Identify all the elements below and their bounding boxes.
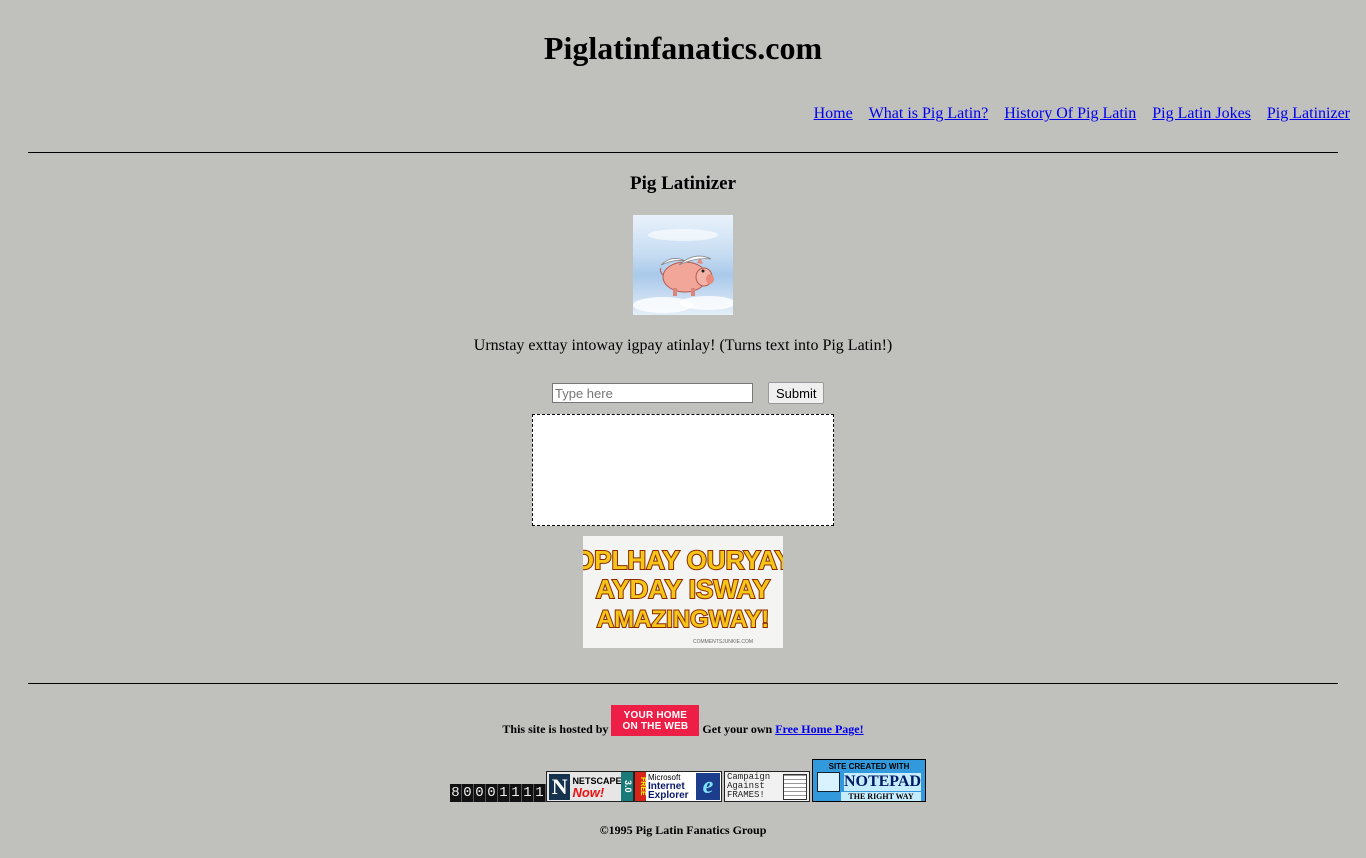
your-home-on-the-web-badge[interactable]: YOUR HOME ON THE WEB (611, 705, 700, 736)
ie-explorer-label: Explorer (648, 790, 689, 801)
netscape-badge-text: NETSCAPE Now! (572, 776, 621, 800)
frames-badge-text: Campaign Against FRAMES! (727, 773, 770, 800)
get-your-own-text: Get your own (702, 722, 773, 736)
notepad-name-label: NOTEPAD (843, 773, 921, 791)
latinizer-form: Submit (552, 382, 825, 404)
internet-explorer-badge[interactable]: FREE Microsoft Internet Explorer e (634, 771, 722, 802)
top-nav: Home What is Pig Latin? History Of Pig L… (814, 104, 1350, 124)
flying-pig-image (633, 215, 733, 315)
campaign-against-frames-badge[interactable]: Campaign Against FRAMES! (724, 771, 810, 802)
section-title: Pig Latinizer (629, 173, 737, 194)
notepad-bottom-label: THE RIGHT WAY (841, 792, 921, 801)
nav-home-link[interactable]: Home (814, 104, 853, 124)
free-home-page-link[interactable]: Free Home Page! (775, 722, 863, 736)
host-badge-line-2: ON THE WEB (622, 720, 689, 732)
hit-counter: 8 0 0 0 1 1 1 1 (450, 784, 546, 802)
description-text: Urnstay exttay intoway igpay atinlay! (T… (473, 337, 893, 354)
notepad-icon (817, 772, 840, 792)
ie-logo-icon: e (696, 773, 720, 800)
netscape-now-label: Now! (572, 784, 605, 800)
nav-what-is-pig-latin-link[interactable]: What is Pig Latin? (869, 104, 989, 124)
nav-pig-latinizer-link[interactable]: Pig Latinizer (1267, 104, 1350, 124)
page: Piglatinfanatics.com Home What is Pig La… (0, 0, 1366, 858)
frames-window-icon (783, 773, 807, 800)
notepad-badge-middle: NOTEPAD (813, 772, 925, 792)
nav-history-link[interactable]: History Of Pig Latin (1004, 104, 1136, 124)
bottom-divider (28, 683, 1338, 684)
flying-pig-icon (633, 229, 733, 313)
hosted-by-text: This site is hosted by (502, 722, 609, 736)
output-box (532, 414, 834, 526)
counter-digit: 8 (450, 784, 462, 802)
hosted-by-line: This site is hosted by YOUR HOME ON THE … (0, 704, 1366, 736)
badge-row: 8 0 0 0 1 1 1 1 N NETSCAPE Now! 3.0 FREE… (450, 759, 926, 802)
ie-free-label: FREE (635, 772, 646, 801)
banner-line-1: OPLHAY OURYAY (583, 545, 783, 575)
copyright-text: ©1995 Pig Latin Fanatics Group (599, 823, 767, 837)
counter-digit: 0 (462, 784, 474, 802)
netscape-now-badge[interactable]: N NETSCAPE Now! 3.0 (546, 771, 634, 802)
banner-graphic: OPLHAY OURYAY AYDAY ISWAY AMAZINGWAY! CO… (583, 536, 783, 648)
banner-line-2: AYDAY ISWAY (596, 574, 770, 604)
counter-digit: 1 (534, 784, 546, 802)
frames-line-3: FRAMES! (727, 790, 765, 800)
top-divider (28, 152, 1338, 153)
counter-digit: 0 (486, 784, 498, 802)
pig-latin-banner-image: OPLHAY OURYAY AYDAY ISWAY AMAZINGWAY! CO… (583, 536, 783, 648)
counter-digit: 1 (522, 784, 534, 802)
banner-credit: COMMENTSJUNKIE.COM (693, 639, 753, 645)
nav-jokes-link[interactable]: Pig Latin Jokes (1152, 104, 1251, 124)
submit-button[interactable]: Submit (768, 382, 825, 404)
notepad-top-label: SITE CREATED WITH (828, 762, 910, 771)
netscape-version: 3.0 (621, 772, 633, 801)
counter-digit: 0 (474, 784, 486, 802)
text-input[interactable] (552, 383, 753, 403)
counter-digit: 1 (498, 784, 510, 802)
netscape-logo-icon: N (549, 773, 571, 800)
counter-digit: 1 (510, 784, 522, 802)
banner-line-3: AMAZINGWAY! (597, 606, 769, 633)
site-title: Piglatinfanatics.com (543, 30, 823, 66)
notepad-badge[interactable]: SITE CREATED WITH NOTEPAD THE RIGHT WAY (812, 759, 926, 802)
ie-badge-text: Microsoft Internet Explorer (648, 773, 689, 801)
host-badge-line-1: YOUR HOME (623, 709, 688, 721)
